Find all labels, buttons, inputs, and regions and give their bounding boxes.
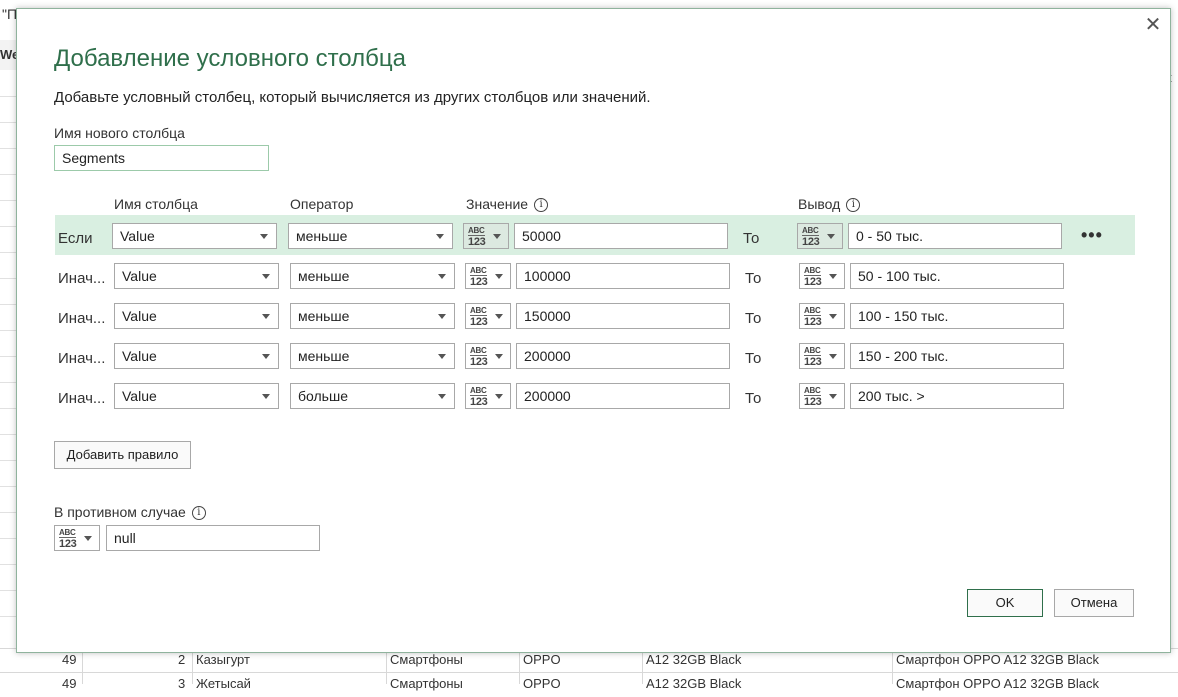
then-label: То	[745, 390, 762, 407]
output-type-button[interactable]: ABC 123	[799, 263, 845, 289]
dialog-subtitle: Добавьте условный столбец, который вычис…	[54, 89, 651, 106]
value-type-button[interactable]: ABC 123	[465, 303, 511, 329]
add-rule-button[interactable]: Добавить правило	[54, 441, 191, 469]
dialog-title: Добавление условного столбца	[54, 45, 406, 72]
info-icon[interactable]: i	[846, 198, 861, 213]
chevron-down-icon	[827, 234, 835, 239]
table-row[interactable]: 49 3 Жетысай Смартфоны OPPO A12 32GB Bla…	[0, 672, 1178, 697]
output-input[interactable]: 100 - 150 тыс.	[850, 303, 1064, 329]
operator-select[interactable]: больше	[290, 383, 455, 409]
value-type-button[interactable]: ABC 123	[465, 383, 511, 409]
chevron-down-icon	[438, 394, 446, 399]
chevron-down-icon	[262, 274, 270, 279]
rule-prefix: Инач...	[58, 350, 106, 367]
chevron-down-icon	[438, 314, 446, 319]
column-select[interactable]: Value	[114, 383, 279, 409]
more-options-icon[interactable]: •••	[1081, 225, 1103, 246]
ok-button[interactable]: OK	[967, 589, 1043, 617]
header-operator: Оператор	[290, 196, 354, 212]
value-input[interactable]: 50000	[514, 223, 728, 249]
then-label: То	[743, 230, 760, 247]
chevron-down-icon	[829, 354, 837, 359]
value-input[interactable]: 200000	[516, 343, 730, 369]
chevron-down-icon	[495, 314, 503, 319]
rule-prefix: Инач...	[58, 270, 106, 287]
chevron-down-icon	[262, 314, 270, 319]
chevron-down-icon	[438, 354, 446, 359]
chevron-down-icon	[829, 274, 837, 279]
chevron-down-icon	[495, 394, 503, 399]
operator-select[interactable]: меньше	[290, 263, 455, 289]
output-input[interactable]: 0 - 50 тыс.	[848, 223, 1062, 249]
operator-select[interactable]: меньше	[290, 303, 455, 329]
chevron-down-icon	[829, 314, 837, 319]
chevron-down-icon	[262, 354, 270, 359]
chevron-down-icon	[84, 536, 92, 541]
column-select[interactable]: Value	[114, 263, 279, 289]
column-select[interactable]: Value	[114, 343, 279, 369]
chevron-down-icon	[436, 234, 444, 239]
header-output: Вывод i	[798, 196, 861, 213]
info-icon[interactable]: i	[534, 198, 549, 213]
else-label: В противном случае i	[54, 504, 206, 521]
add-conditional-column-dialog: ✕ Добавление условного столбца Добавьте …	[16, 8, 1171, 653]
else-type-button[interactable]: ABC 123	[54, 525, 100, 551]
output-input[interactable]: 200 тыс. >	[850, 383, 1064, 409]
chevron-down-icon	[260, 234, 268, 239]
formula-bar-text: "П	[2, 6, 18, 22]
output-input[interactable]: 150 - 200 тыс.	[850, 343, 1064, 369]
output-type-button[interactable]: ABC 123	[799, 383, 845, 409]
column-select[interactable]: Value	[112, 223, 277, 249]
operator-select[interactable]: меньше	[288, 223, 453, 249]
chevron-down-icon	[438, 274, 446, 279]
new-column-label: Имя нового столбца	[54, 125, 185, 141]
else-value-input[interactable]: null	[106, 525, 320, 551]
value-type-button[interactable]: ABC 123	[465, 263, 511, 289]
value-input[interactable]: 200000	[516, 383, 730, 409]
output-type-button[interactable]: ABC 123	[799, 303, 845, 329]
chevron-down-icon	[262, 394, 270, 399]
cancel-button[interactable]: Отмена	[1054, 589, 1134, 617]
output-type-button[interactable]: ABC 123	[799, 343, 845, 369]
value-type-button[interactable]: ABC 123	[463, 223, 509, 249]
output-type-button[interactable]: ABC 123	[797, 223, 843, 249]
then-label: То	[745, 310, 762, 327]
value-input[interactable]: 150000	[516, 303, 730, 329]
output-input[interactable]: 50 - 100 тыс.	[850, 263, 1064, 289]
header-column-name: Имя столбца	[114, 196, 198, 212]
chevron-down-icon	[829, 394, 837, 399]
value-input[interactable]: 100000	[516, 263, 730, 289]
value-type-button[interactable]: ABC 123	[465, 343, 511, 369]
operator-select[interactable]: меньше	[290, 343, 455, 369]
then-label: То	[745, 350, 762, 367]
new-column-name-input[interactable]: Segments	[54, 145, 269, 171]
info-icon[interactable]: i	[191, 506, 206, 521]
chevron-down-icon	[495, 274, 503, 279]
column-select[interactable]: Value	[114, 303, 279, 329]
header-value: Значение i	[466, 196, 549, 213]
rule-prefix: Инач...	[58, 310, 106, 327]
chevron-down-icon	[493, 234, 501, 239]
rule-prefix: Если	[58, 230, 93, 247]
chevron-down-icon	[495, 354, 503, 359]
close-icon[interactable]: ✕	[1142, 14, 1164, 36]
then-label: То	[745, 270, 762, 287]
rule-prefix: Инач...	[58, 390, 106, 407]
